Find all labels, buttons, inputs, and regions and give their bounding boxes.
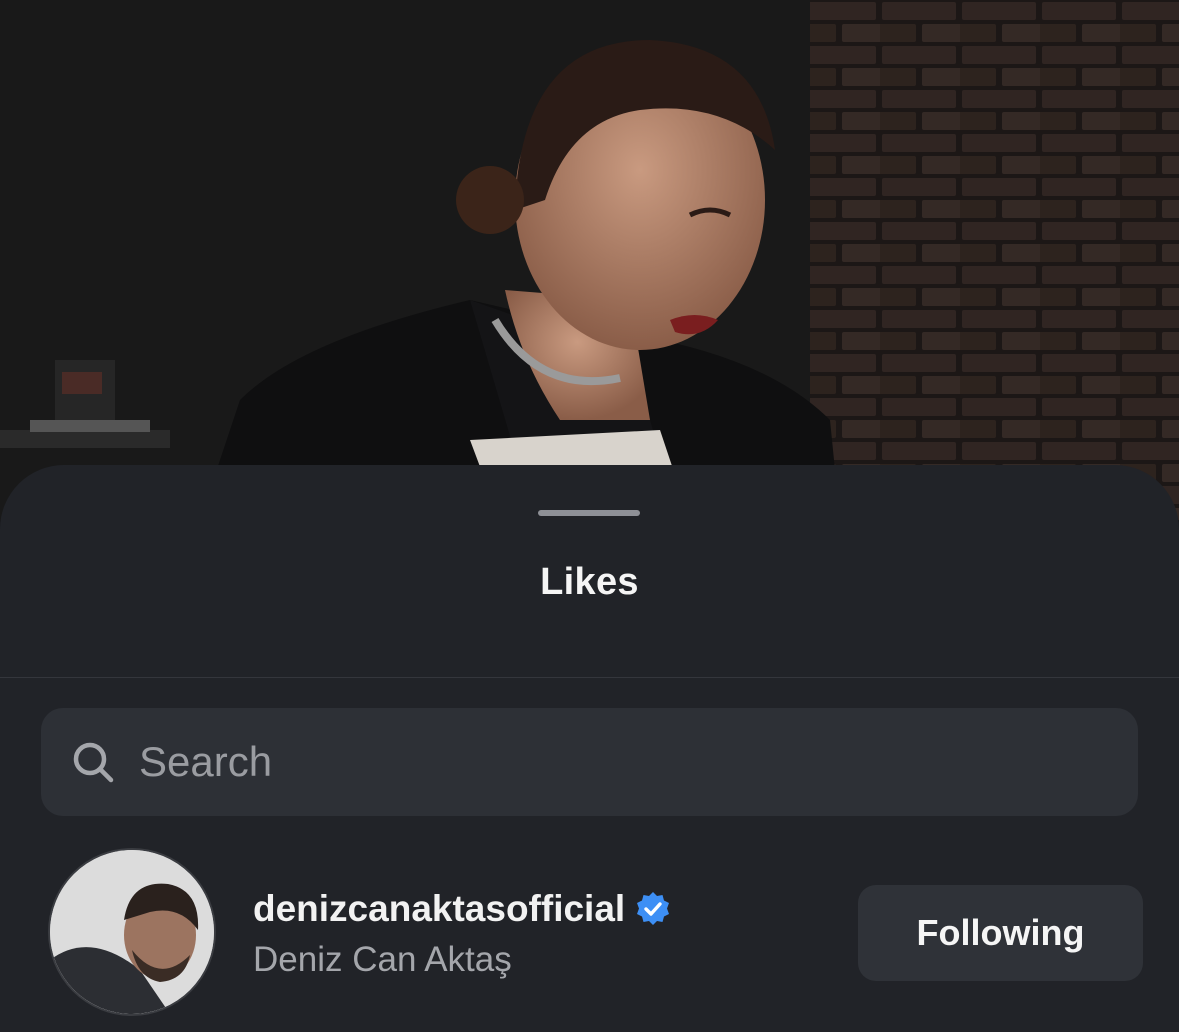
sheet-divider xyxy=(0,677,1179,678)
list-item[interactable]: denizcanaktasofficial Deniz Can Aktaş Fo… xyxy=(0,848,1179,1018)
username[interactable]: denizcanaktasofficial xyxy=(253,888,625,930)
avatar[interactable] xyxy=(48,848,216,1016)
username-line: denizcanaktasofficial xyxy=(253,888,671,930)
sheet-grabber-handle[interactable] xyxy=(538,510,640,516)
verified-badge-icon xyxy=(635,891,671,927)
search-input[interactable] xyxy=(137,737,1041,787)
likes-sheet: Likes denizcana xyxy=(0,465,1179,1032)
search-bar[interactable] xyxy=(41,708,1138,816)
post-photo xyxy=(0,0,1179,520)
screen: Likes denizcana xyxy=(0,0,1179,1032)
following-button[interactable]: Following xyxy=(858,885,1143,981)
full-name: Deniz Can Aktaş xyxy=(253,940,512,979)
search-icon xyxy=(71,740,115,784)
sheet-title: Likes xyxy=(540,561,639,603)
